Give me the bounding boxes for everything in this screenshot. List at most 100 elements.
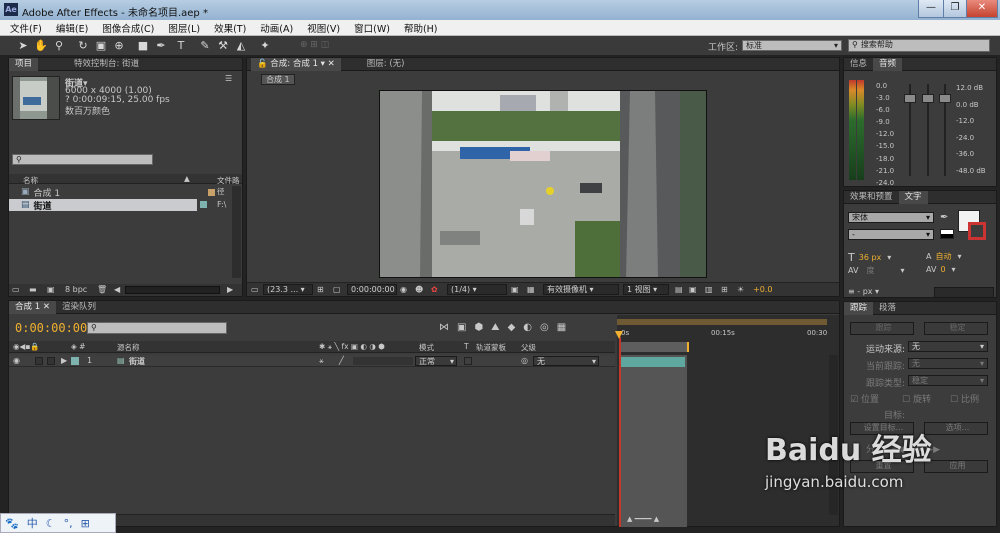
list-item[interactable]: ▣ 合成 1 <box>9 186 232 199</box>
timeline-search-input[interactable]: ⚲ <box>87 322 227 334</box>
tab-render-queue[interactable]: 渲染队列 <box>56 301 102 314</box>
font-style-dropdown[interactable]: - ▾ <box>848 229 934 240</box>
menu-layer[interactable]: 图层(L) <box>168 21 200 35</box>
tab-composition[interactable]: 🔓 合成: 合成 1 ▾ ✕ <box>251 57 341 71</box>
sort-icon[interactable]: ▲ <box>184 174 190 183</box>
workspace-dropdown[interactable]: 标准 ▾ <box>742 40 842 51</box>
collapse-switch-icon[interactable]: ⚹ <box>319 356 324 366</box>
stroke-width-field[interactable]: ≡ - px ▾ <box>848 287 879 296</box>
resolution-dropdown[interactable]: (1/4) ▾ <box>447 284 507 295</box>
column-track-matte[interactable]: 轨道蒙板 <box>476 342 506 353</box>
comp-flowchart-icon[interactable]: ⊞ <box>721 285 728 294</box>
always-preview-icon[interactable]: ▭ <box>251 285 259 294</box>
comma-icon[interactable]: °, <box>64 517 73 530</box>
timeline-graph-area[interactable]: 0s 00:15s 00:30 ▲ ━━━━ ▲ <box>615 315 839 527</box>
horizontal-scrollbar[interactable] <box>125 286 220 294</box>
current-track-dropdown[interactable]: 无 ▾ <box>908 358 988 369</box>
options-button[interactable]: 选项... <box>924 422 988 435</box>
mask-visibility-icon[interactable]: ▢ <box>333 285 341 294</box>
viewer-timecode[interactable]: 0:00:00:00 <box>347 284 397 295</box>
pen-tool-icon[interactable]: ✒ <box>154 39 168 53</box>
puppet-pin-tool-icon[interactable]: ✦ <box>258 39 272 53</box>
set-target-button[interactable]: 设置目标... <box>850 422 914 435</box>
layer-name[interactable]: 街道 <box>129 356 145 367</box>
rectangle-tool-icon[interactable]: ■ <box>136 39 150 53</box>
tab-character[interactable]: 文字 <box>898 190 928 204</box>
volume-slider-knob[interactable] <box>904 94 916 103</box>
scroll-right-icon[interactable]: ▶ <box>227 285 233 294</box>
pan-behind-tool-icon[interactable]: ⊕ <box>112 39 126 53</box>
tracking-field[interactable]: AV 0 ▾ <box>926 265 956 274</box>
views-dropdown[interactable]: 1 视图 ▾ <box>623 284 669 295</box>
column-name[interactable]: 名称 <box>23 175 38 186</box>
camera-dropdown[interactable]: 有效摄像机 ▾ <box>543 284 619 295</box>
interpret-footage-icon[interactable]: ▭ <box>12 285 20 294</box>
column-t[interactable]: T <box>464 342 469 351</box>
quality-switch-icon[interactable]: ╱ <box>339 356 344 365</box>
timeline-vscroll[interactable] <box>829 355 838 515</box>
menu-animation[interactable]: 动画(A) <box>260 21 293 35</box>
composition-canvas[interactable] <box>379 90 707 278</box>
close-button[interactable]: ✕ <box>966 0 998 18</box>
stabilize-motion-button[interactable]: 稳定 <box>924 322 988 335</box>
stroke-color-swatch[interactable] <box>968 222 986 240</box>
text-tool-icon[interactable]: T <box>174 39 188 53</box>
tab-paragraph[interactable]: 段落 <box>873 302 902 315</box>
work-area-bar[interactable] <box>617 319 827 325</box>
maximize-button[interactable]: ❐ <box>943 0 967 18</box>
work-area-range[interactable] <box>619 342 689 352</box>
leading-field[interactable]: A 自动 ▾ <box>926 251 962 262</box>
parent-dropdown[interactable]: 无 ▾ <box>533 356 599 366</box>
new-comp-icon[interactable]: ▣ <box>47 285 55 294</box>
new-folder-icon[interactable]: ▬ <box>29 285 37 294</box>
selection-tool-icon[interactable]: ➤ <box>16 39 30 53</box>
list-item-selected[interactable]: ▤ 街道 <box>9 199 197 212</box>
title-safe-icon[interactable]: ⊞ <box>317 285 324 294</box>
track-motion-button[interactable]: 跟踪 <box>850 322 914 335</box>
bpc-button[interactable]: 8 bpc <box>65 285 87 294</box>
column-source-name[interactable]: 源名称 <box>117 342 140 353</box>
tab-audio[interactable]: 音频 <box>873 57 903 71</box>
stroke-fill-dropdown[interactable] <box>934 287 994 298</box>
clone-stamp-tool-icon[interactable]: ⚒ <box>216 39 230 53</box>
tab-layer[interactable]: 图层: (无) <box>361 58 411 71</box>
tab-info[interactable]: 信息 <box>844 58 873 71</box>
moon-icon[interactable]: ☾ <box>46 517 56 530</box>
minimize-button[interactable]: — <box>918 0 944 18</box>
timeline-icon[interactable]: ▥ <box>705 285 713 294</box>
layer-duration-bar[interactable] <box>621 357 685 367</box>
preserve-transparency-toggle[interactable] <box>464 357 472 365</box>
scroll-left-icon[interactable]: ◀ <box>114 285 120 294</box>
camera-tool-icon[interactable]: ▣ <box>94 39 108 53</box>
table-row[interactable]: ◉ ▶ 1 ▤ 街道 ⚹ ╱ 正常 ▾ ◎ 无 ▾ <box>9 355 615 367</box>
zoom-dropdown[interactable]: (23.3 ... ▾ <box>263 284 313 295</box>
toggle-pixel-icon[interactable]: ▤ <box>675 285 683 294</box>
menu-window[interactable]: 窗口(W) <box>354 21 390 35</box>
position-checkbox[interactable]: ☑ 位置 <box>850 392 879 405</box>
black-white-swatch[interactable] <box>940 229 954 239</box>
grid-icon[interactable]: ⊞ <box>81 517 90 530</box>
fast-preview-icon[interactable]: ▣ <box>689 285 697 294</box>
eyedropper-icon[interactable]: ✒ <box>940 212 948 223</box>
menu-help[interactable]: 帮助(H) <box>404 21 438 35</box>
tab-project[interactable]: 项目 <box>9 57 39 71</box>
apply-button[interactable]: 应用 <box>924 460 988 473</box>
font-size-field[interactable]: T 36 px ▾ <box>848 251 891 264</box>
snapshot-icon[interactable]: ◉ <box>400 285 407 294</box>
menu-edit[interactable]: 编辑(E) <box>56 21 88 35</box>
tab-comp-timeline[interactable]: 合成 1 ✕ <box>9 300 56 314</box>
menu-file[interactable]: 文件(F) <box>10 21 42 35</box>
ime-mode-button[interactable]: 中 <box>27 515 38 531</box>
transparency-grid-icon[interactable]: ▦ <box>527 285 535 294</box>
menu-composition[interactable]: 图像合成(C) <box>102 21 154 35</box>
kerning-field[interactable]: AV 度 ▾ <box>848 265 904 276</box>
scale-checkbox[interactable]: ☐ 比例 <box>950 392 979 405</box>
reset-button[interactable]: 重置 <box>850 460 914 473</box>
help-search-input[interactable]: ⚲ 搜索帮助 <box>848 39 990 52</box>
roi-icon[interactable]: ▣ <box>511 285 519 294</box>
volume-slider-knob[interactable] <box>939 94 951 103</box>
tab-effect-controls[interactable]: 特效控制台: 街道 <box>68 58 145 71</box>
column-parent[interactable]: 父级 <box>521 342 536 353</box>
vertical-scrollbar[interactable] <box>232 186 241 278</box>
trash-icon[interactable]: 🗑 <box>97 285 107 294</box>
